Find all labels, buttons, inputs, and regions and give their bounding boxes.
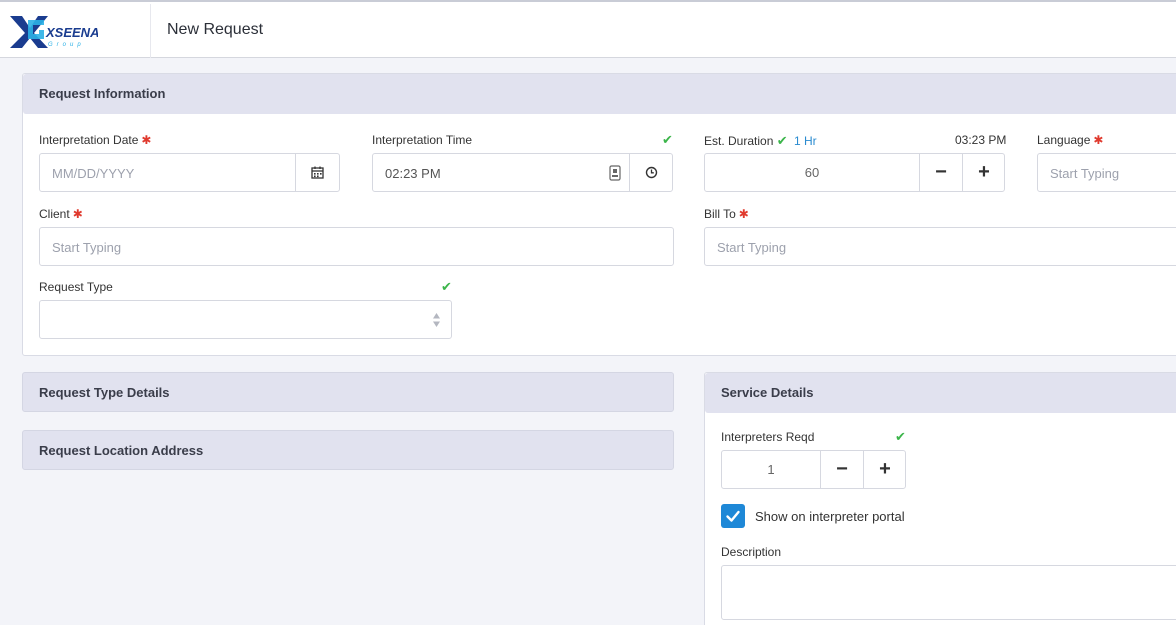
check-icon: ✔	[776, 133, 788, 148]
calendar-button[interactable]	[295, 154, 339, 191]
interpretation-date-field[interactable]: MM/DD/YYYY	[39, 153, 340, 192]
clock-button[interactable]	[629, 154, 672, 191]
show-on-portal-checkbox[interactable]	[721, 504, 745, 528]
clock-icon	[645, 166, 657, 179]
est-duration-stepper[interactable]: 60 − +	[704, 153, 1005, 192]
sort-arrows-icon	[433, 313, 440, 327]
request-type-details-header[interactable]: Request Type Details	[22, 372, 674, 412]
xseena-logo[interactable]: XSEENA Group	[8, 12, 99, 50]
interpretation-date-label-text: Interpretation Date	[39, 133, 139, 147]
svg-text:XSEENA: XSEENA	[45, 25, 98, 40]
interpreters-stepper[interactable]: 1 − +	[721, 450, 906, 489]
bill-to-label-text: Bill To	[704, 207, 736, 221]
interpreters-reqd-label: Interpreters Reqd	[721, 430, 815, 444]
interpretation-time-field[interactable]: 02:23 PM	[372, 153, 673, 192]
keypad-icon[interactable]	[609, 165, 621, 184]
interpreters-value: 1	[767, 462, 775, 477]
est-duration-label: Est. Duration ✔ 1 Hr	[704, 133, 817, 149]
request-location-address-header[interactable]: Request Location Address	[22, 430, 674, 470]
bill-to-input[interactable]: Start Typing	[704, 227, 1176, 266]
check-icon: ✔	[662, 132, 673, 147]
required-icon: ✱	[738, 207, 749, 221]
required-icon: ✱	[1093, 133, 1104, 147]
interpretation-date-label: Interpretation Date ✱	[39, 133, 151, 147]
show-on-portal-label[interactable]: Show on interpreter portal	[755, 509, 905, 524]
check-icon: ✔	[441, 279, 452, 294]
bill-to-label: Bill To ✱	[704, 207, 749, 221]
description-label: Description	[721, 545, 782, 559]
checkmark-icon	[726, 510, 740, 522]
client-input[interactable]: Start Typing	[39, 227, 674, 266]
calendar-icon	[311, 166, 324, 179]
decrement-button[interactable]: −	[820, 451, 863, 488]
language-placeholder: Start Typing	[1050, 166, 1120, 181]
required-icon: ✱	[72, 207, 83, 221]
required-icon: ✱	[141, 133, 152, 147]
request-type-label: Request Type	[39, 280, 113, 294]
bill-to-placeholder: Start Typing	[717, 240, 787, 255]
description-textarea[interactable]	[721, 565, 1176, 620]
client-label: Client ✱	[39, 207, 83, 221]
request-information-header[interactable]: Request Information	[23, 74, 1176, 114]
interpretation-time-value: 02:23 PM	[385, 166, 441, 181]
language-label-text: Language	[1037, 133, 1091, 147]
svg-text:Group: Group	[48, 42, 85, 48]
client-label-text: Client	[39, 207, 70, 221]
page-title: New Request	[167, 21, 264, 38]
language-label: Language ✱	[1037, 133, 1103, 147]
top-bar: XSEENA Group New Request	[0, 0, 1176, 58]
est-duration-label-text: Est. Duration	[704, 134, 774, 148]
interpretation-time-label: Interpretation Time	[372, 133, 473, 147]
decrement-button[interactable]: −	[919, 154, 962, 191]
interpretation-date-placeholder: MM/DD/YYYY	[52, 166, 135, 181]
increment-button[interactable]: +	[962, 154, 1005, 191]
check-icon: ✔	[895, 429, 906, 444]
duration-hint: 1 Hr	[793, 134, 817, 148]
client-placeholder: Start Typing	[52, 240, 122, 255]
end-time-text: 03:23 PM	[955, 133, 1007, 147]
est-duration-value: 60	[804, 165, 820, 180]
increment-button[interactable]: +	[863, 451, 906, 488]
language-input[interactable]: Start Typing	[1037, 153, 1176, 192]
request-type-select[interactable]	[39, 300, 452, 339]
divider	[150, 4, 151, 58]
service-details-header[interactable]: Service Details	[705, 373, 1176, 413]
